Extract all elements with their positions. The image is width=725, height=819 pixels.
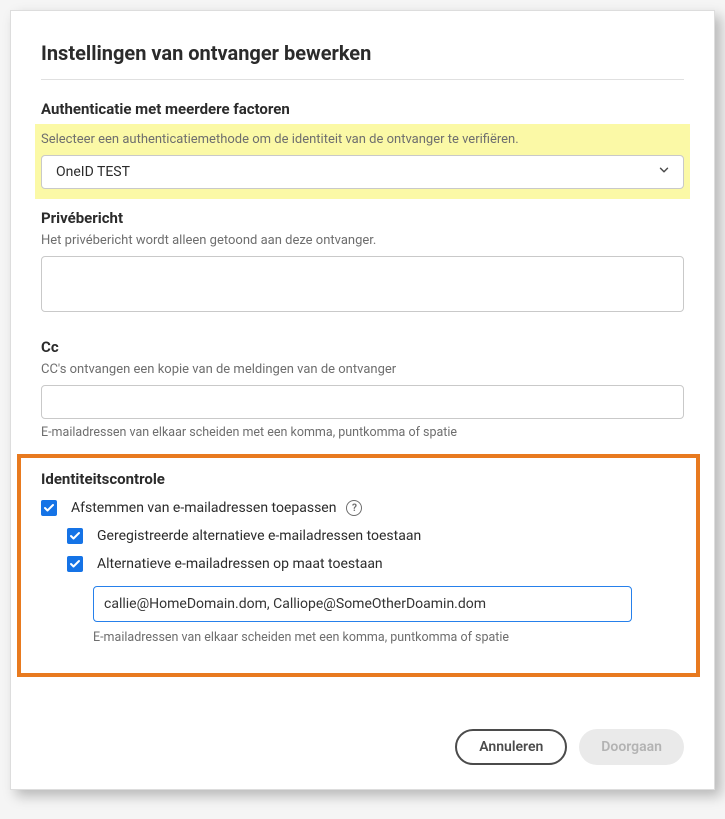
divider [41, 79, 684, 80]
info-icon[interactable]: ? [346, 500, 362, 516]
auth-highlight: Selecteer een authenticatiemethode om de… [35, 124, 690, 199]
auth-method-selected: OneID TEST [56, 164, 130, 180]
enforce-email-matching-checkbox[interactable] [41, 500, 57, 516]
allow-registered-alt-label: Geregistreerde alternatieve e-mailadress… [97, 528, 421, 544]
identity-heading: Identiteitscontrole [41, 470, 684, 488]
continue-button[interactable]: Doorgaan [579, 729, 684, 765]
private-message-description: Het privébericht wordt alleen getoond aa… [41, 233, 684, 248]
auth-heading: Authenticatie met meerdere factoren [41, 100, 684, 118]
edit-recipient-settings-dialog: Instellingen van ontvanger bewerken Auth… [10, 10, 715, 790]
allow-custom-alt-row: Alternatieve e-mailadressen op maat toes… [67, 556, 684, 572]
enforce-email-matching-row: Afstemmen van e-mailadressen toepassen ? [41, 500, 684, 516]
private-message-section: Privébericht Het privébericht wordt alle… [41, 209, 684, 330]
cc-helper: E-mailadressen van elkaar scheiden met e… [41, 425, 684, 440]
cc-heading: Cc [41, 338, 684, 356]
cancel-button[interactable]: Annuleren [455, 729, 567, 765]
allow-custom-alt-checkbox[interactable] [67, 556, 83, 572]
cc-input[interactable] [41, 385, 684, 419]
auth-description: Selecteer een authenticatiemethode om de… [41, 132, 684, 147]
chevron-down-icon [657, 163, 671, 181]
auth-method-select[interactable]: OneID TEST [41, 155, 684, 189]
private-message-input[interactable] [41, 256, 684, 312]
dialog-title: Instellingen van ontvanger bewerken [41, 41, 684, 65]
auth-section: Authenticatie met meerdere factoren Sele… [41, 100, 684, 199]
custom-alt-email-wrap: E-mailadressen van elkaar scheiden met e… [93, 572, 684, 645]
custom-alt-email-helper: E-mailadressen van elkaar scheiden met e… [93, 630, 684, 645]
cc-description: CC's ontvangen een kopie van de meldinge… [41, 362, 684, 377]
identity-section-highlight: Identiteitscontrole Afstemmen van e-mail… [17, 454, 700, 677]
enforce-email-matching-label: Afstemmen van e-mailadressen toepassen [71, 500, 336, 516]
dialog-button-row: Annuleren Doorgaan [41, 729, 684, 765]
allow-registered-alt-checkbox[interactable] [67, 528, 83, 544]
custom-alt-email-input[interactable] [93, 586, 632, 622]
allow-registered-alt-row: Geregistreerde alternatieve e-mailadress… [67, 528, 684, 544]
allow-custom-alt-label: Alternatieve e-mailadressen op maat toes… [97, 556, 383, 572]
cc-section: Cc CC's ontvangen een kopie van de meldi… [41, 338, 684, 440]
private-message-heading: Privébericht [41, 209, 684, 227]
